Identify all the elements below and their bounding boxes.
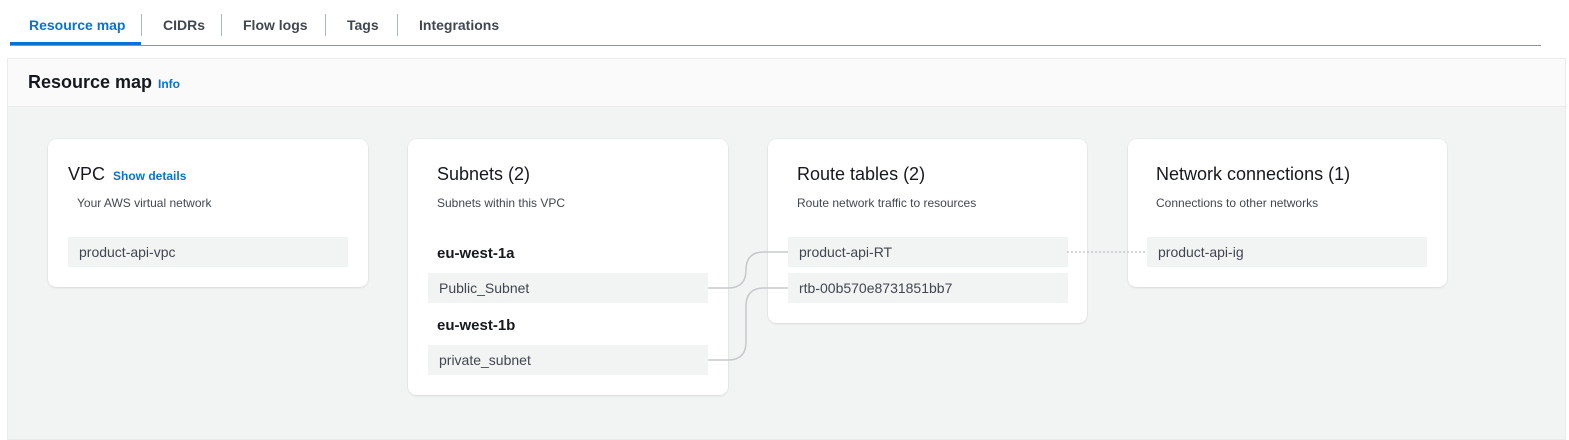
network-connections-description: Connections to other networks	[1156, 196, 1319, 210]
panel-title: Resource map	[28, 72, 153, 92]
network-connection-item[interactable]: product-api-ig	[1147, 237, 1427, 267]
subnets-title: Subnets (2)	[437, 164, 531, 184]
active-tab-indicator	[10, 42, 141, 45]
tab-separator	[397, 14, 398, 36]
tab-resource-map[interactable]: Resource map	[29, 17, 125, 33]
vpc-description: Your AWS virtual network	[77, 196, 212, 210]
subnet-item-private[interactable]: private_subnet	[428, 345, 708, 375]
availability-zone-title: eu-west-1a	[437, 245, 515, 262]
panel-header: Resource map Info	[8, 59, 1565, 107]
subnets-card: Subnets (2) Subnets within this VPC eu-w…	[408, 139, 728, 395]
tab-flow-logs[interactable]: Flow logs	[243, 17, 308, 33]
subnets-description: Subnets within this VPC	[437, 196, 566, 210]
route-table-item[interactable]: rtb-00b570e8731851bb7	[788, 273, 1068, 303]
vpc-title: VPC	[68, 164, 106, 184]
tab-bar: Resource map CIDRs Flow logs Tags Integr…	[0, 0, 1569, 46]
show-details-link[interactable]: Show details	[113, 169, 186, 183]
tab-separator	[221, 14, 222, 36]
network-connections-card: Network connections (1) Connections to o…	[1128, 139, 1447, 287]
vpc-item[interactable]: product-api-vpc	[68, 237, 348, 267]
route-tables-title: Route tables (2)	[797, 164, 926, 184]
tab-tags[interactable]: Tags	[347, 17, 379, 33]
tab-separator	[141, 14, 142, 36]
tab-bar-divider	[10, 45, 1541, 46]
route-tables-description: Route network traffic to resources	[797, 196, 977, 210]
tab-cidrs[interactable]: CIDRs	[163, 17, 205, 33]
vpc-card-title: VPC Show details	[68, 164, 186, 185]
tab-integrations[interactable]: Integrations	[419, 17, 499, 33]
tab-separator	[325, 14, 326, 36]
route-table-item[interactable]: product-api-RT	[788, 237, 1068, 267]
vpc-card: VPC Show details Your AWS virtual network…	[48, 139, 368, 287]
network-connections-title: Network connections (1)	[1156, 164, 1351, 184]
info-link[interactable]: Info	[158, 77, 180, 91]
route-tables-card: Route tables (2) Route network traffic t…	[768, 139, 1087, 323]
availability-zone-title: eu-west-1b	[437, 317, 516, 334]
subnet-item-public[interactable]: Public_Subnet	[428, 273, 708, 303]
